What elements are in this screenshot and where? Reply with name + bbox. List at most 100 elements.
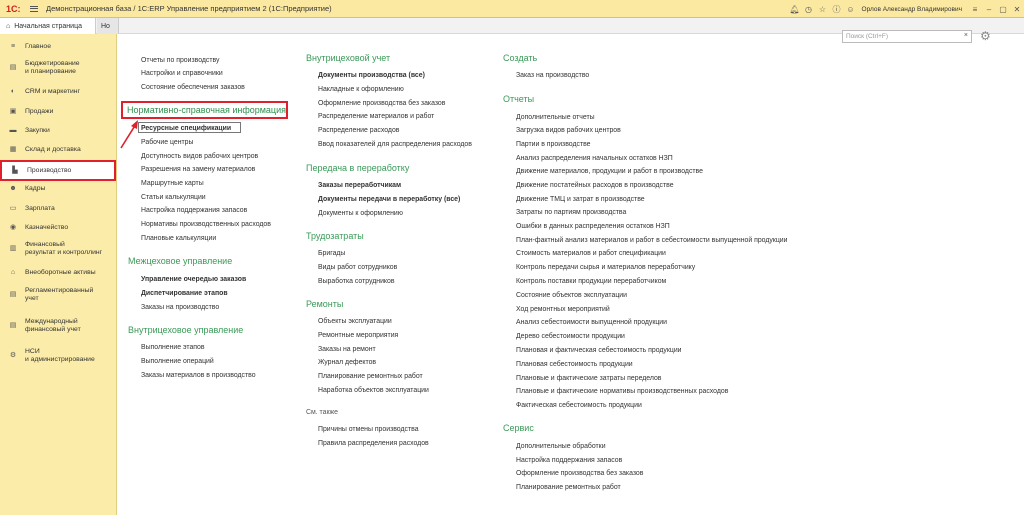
search-placeholder: Поиск (Ctrl+F) xyxy=(846,33,889,40)
link-mezh-0[interactable]: Управление очередью заказов xyxy=(141,275,246,284)
link-vnutr-1[interactable]: Выполнение операций xyxy=(141,357,214,366)
link-nsi-7[interactable]: Нормативы производственных расходов xyxy=(141,220,271,229)
link-rem-2[interactable]: Заказы на ремонт xyxy=(318,345,376,354)
link-uchet-2[interactable]: Оформление производства без заказов xyxy=(318,99,445,108)
link-rep-19[interactable]: Плановые и фактические затраты переделов xyxy=(516,374,661,383)
sidebar-item-budgeting[interactable]: ▤ Бюджетирование и планирование xyxy=(0,59,117,77)
link-rem-0[interactable]: Объекты эксплуатации xyxy=(318,317,392,326)
link-trud-0[interactable]: Бригады xyxy=(318,249,345,258)
sidebar-item-ifrs[interactable]: ▤ Международный финансовый учет xyxy=(0,317,117,335)
tab-home[interactable]: ⌂ Начальная страница xyxy=(0,18,96,34)
link-order-supply-state[interactable]: Состояние обеспечения заказов xyxy=(141,83,245,92)
link-rem-1[interactable]: Ремонтные мероприятия xyxy=(318,331,398,340)
link-mezh-2[interactable]: Заказы на производство xyxy=(141,303,219,312)
favorites-icon[interactable]: ☆ xyxy=(816,5,830,14)
bell-icon[interactable]: 🔔︎ xyxy=(788,5,802,14)
history-icon[interactable]: ◷ xyxy=(802,5,816,14)
link-uchet-0[interactable]: Документы производства (все) xyxy=(318,71,425,80)
link-nsi-5[interactable]: Статьи калькуляции xyxy=(141,193,206,202)
link-serv-2[interactable]: Оформление производства без заказов xyxy=(516,469,643,478)
link-nsi-2[interactable]: Доступность видов рабочих центров xyxy=(141,152,258,161)
user-name[interactable]: Орлов Александр Владимирович xyxy=(862,6,962,13)
link-nsi-1[interactable]: Рабочие центры xyxy=(141,138,193,147)
link-rep-21[interactable]: Фактическая себестоимость продукции xyxy=(516,401,642,410)
sidebar-item-label: Кадры xyxy=(25,185,46,192)
link-rep-14[interactable]: Ход ремонтных мероприятий xyxy=(516,305,610,314)
link-rep-3[interactable]: Анализ распределения начальных остатков … xyxy=(516,154,673,163)
sidebar-item-label: Казначейство xyxy=(25,224,69,231)
link-uchet-4[interactable]: Распределение расходов xyxy=(318,126,399,135)
sidebar-item-controlling[interactable]: ▥ Финансовый результат и контроллинг xyxy=(0,240,117,258)
link-pere-1[interactable]: Документы передачи в переработку (все) xyxy=(318,195,460,204)
link-rep-2[interactable]: Партии в производстве xyxy=(516,140,591,149)
sidebar-item-production[interactable]: ▙ Производство xyxy=(0,160,116,181)
sidebar-item-hr[interactable]: ☻ Кадры xyxy=(0,183,117,195)
link-rep-0[interactable]: Дополнительные отчеты xyxy=(516,113,595,122)
tab-second[interactable]: Но xyxy=(97,18,119,34)
link-rep-15[interactable]: Анализ себестоимости выпущенной продукци… xyxy=(516,318,667,327)
link-pere-0[interactable]: Заказы переработчикам xyxy=(318,181,401,190)
sidebar-item-fixed-assets[interactable]: ⌂ Внеоборотные активы xyxy=(0,267,117,279)
clear-icon[interactable]: × xyxy=(964,32,968,39)
settings-menu-icon[interactable]: ≡ xyxy=(968,5,982,14)
link-nsi-3[interactable]: Разрешения на замену материалов xyxy=(141,165,255,174)
link-trud-2[interactable]: Выработка сотрудников xyxy=(318,277,395,286)
close-icon[interactable]: ✕ xyxy=(1010,5,1024,14)
user-icon[interactable]: ☺ xyxy=(844,5,858,14)
link-rep-7[interactable]: Затраты по партиям производства xyxy=(516,208,626,217)
link-vnutr-0[interactable]: Выполнение этапов xyxy=(141,343,205,352)
link-settings[interactable]: Настройки и справочники xyxy=(141,69,223,78)
link-mezh-1[interactable]: Диспетчирование этапов xyxy=(141,289,228,298)
link-rep-9[interactable]: План-фактный анализ материалов и работ в… xyxy=(516,236,787,245)
link-rep-16[interactable]: Дерево себестоимости продукции xyxy=(516,332,625,341)
link-rep-5[interactable]: Движение постатейных расходов в производ… xyxy=(516,181,674,190)
link-uchet-1[interactable]: Накладные к оформлению xyxy=(318,85,404,94)
link-uchet-3[interactable]: Распределение материалов и работ xyxy=(318,112,434,121)
minimize-icon[interactable]: – xyxy=(982,5,996,14)
link-rep-18[interactable]: Плановая себестоимость продукции xyxy=(516,360,633,369)
info-icon[interactable]: ⓘ xyxy=(830,4,844,15)
link-create-0[interactable]: Заказ на производство xyxy=(516,71,589,80)
link-rep-4[interactable]: Движение материалов, продукции и работ в… xyxy=(516,167,703,176)
link-nsi-4[interactable]: Маршрутные карты xyxy=(141,179,204,188)
sidebar-item-main[interactable]: ≡ Главное xyxy=(0,41,117,53)
link-rem-5[interactable]: Наработка объектов эксплуатации xyxy=(318,386,429,395)
tab-home-label: Начальная страница xyxy=(14,22,82,30)
sidebar-item-purchases[interactable]: ▬ Закупки xyxy=(0,125,117,137)
link-serv-0[interactable]: Дополнительные обработки xyxy=(516,442,606,451)
link-production-reports[interactable]: Отчеты по производству xyxy=(141,56,219,65)
link-see-1[interactable]: Правила распределения расходов xyxy=(318,439,429,448)
sidebar-item-regulated[interactable]: ▤ Регламентированный учет xyxy=(0,286,117,304)
sidebar-item-treasury[interactable]: ◉ Казначейство xyxy=(0,222,117,234)
link-rep-10[interactable]: Стоимость материалов и работ спецификаци… xyxy=(516,249,666,258)
link-serv-3[interactable]: Планирование ремонтных работ xyxy=(516,483,621,492)
link-uchet-5[interactable]: Ввод показателей для распределения расхо… xyxy=(318,140,472,149)
link-nsi-8[interactable]: Плановые калькуляции xyxy=(141,234,216,243)
link-rep-11[interactable]: Контроль передачи сырья и материалов пер… xyxy=(516,263,695,272)
link-rem-4[interactable]: Планирование ремонтных работ xyxy=(318,372,423,381)
link-serv-1[interactable]: Настройка поддержания запасов xyxy=(516,456,622,465)
link-resource-specs[interactable]: Ресурсные спецификации xyxy=(141,124,231,133)
link-nsi-6[interactable]: Настройка поддержания запасов xyxy=(141,206,247,215)
link-rep-20[interactable]: Плановые и фактические нормативы произво… xyxy=(516,387,728,396)
link-rep-8[interactable]: Ошибки в данных распределения остатков Н… xyxy=(516,222,670,231)
search-input[interactable]: Поиск (Ctrl+F) × xyxy=(842,30,972,43)
link-rep-6[interactable]: Движение ТМЦ и затрат в производстве xyxy=(516,195,645,204)
link-rep-1[interactable]: Загрузка видов рабочих центров xyxy=(516,126,621,135)
sidebar-item-sales[interactable]: ▣ Продажи xyxy=(0,106,117,118)
main-menu-icon[interactable] xyxy=(30,5,38,12)
sidebar-item-admin[interactable]: ⚙ НСИ и администрирование xyxy=(0,347,117,365)
link-see-0[interactable]: Причины отмены производства xyxy=(318,425,419,434)
link-rem-3[interactable]: Журнал дефектов xyxy=(318,358,376,367)
link-vnutr-2[interactable]: Заказы материалов в производство xyxy=(141,371,256,380)
sidebar-item-warehouse[interactable]: ▦ Склад и доставка xyxy=(0,144,117,156)
link-rep-13[interactable]: Состояние объектов эксплуатации xyxy=(516,291,627,300)
link-pere-2[interactable]: Документы к оформлению xyxy=(318,209,403,218)
sidebar-item-crm[interactable]: ◐ CRM и маркетинг xyxy=(0,86,117,98)
sidebar-item-salary[interactable]: ▭ Зарплата xyxy=(0,203,117,215)
link-trud-1[interactable]: Виды работ сотрудников xyxy=(318,263,397,272)
restore-icon[interactable]: ▢ xyxy=(996,5,1010,14)
link-rep-12[interactable]: Контроль поставки продукции переработчик… xyxy=(516,277,666,286)
gear-icon[interactable]: ⚙ xyxy=(980,29,991,43)
link-rep-17[interactable]: Плановая и фактическая себестоимость про… xyxy=(516,346,682,355)
